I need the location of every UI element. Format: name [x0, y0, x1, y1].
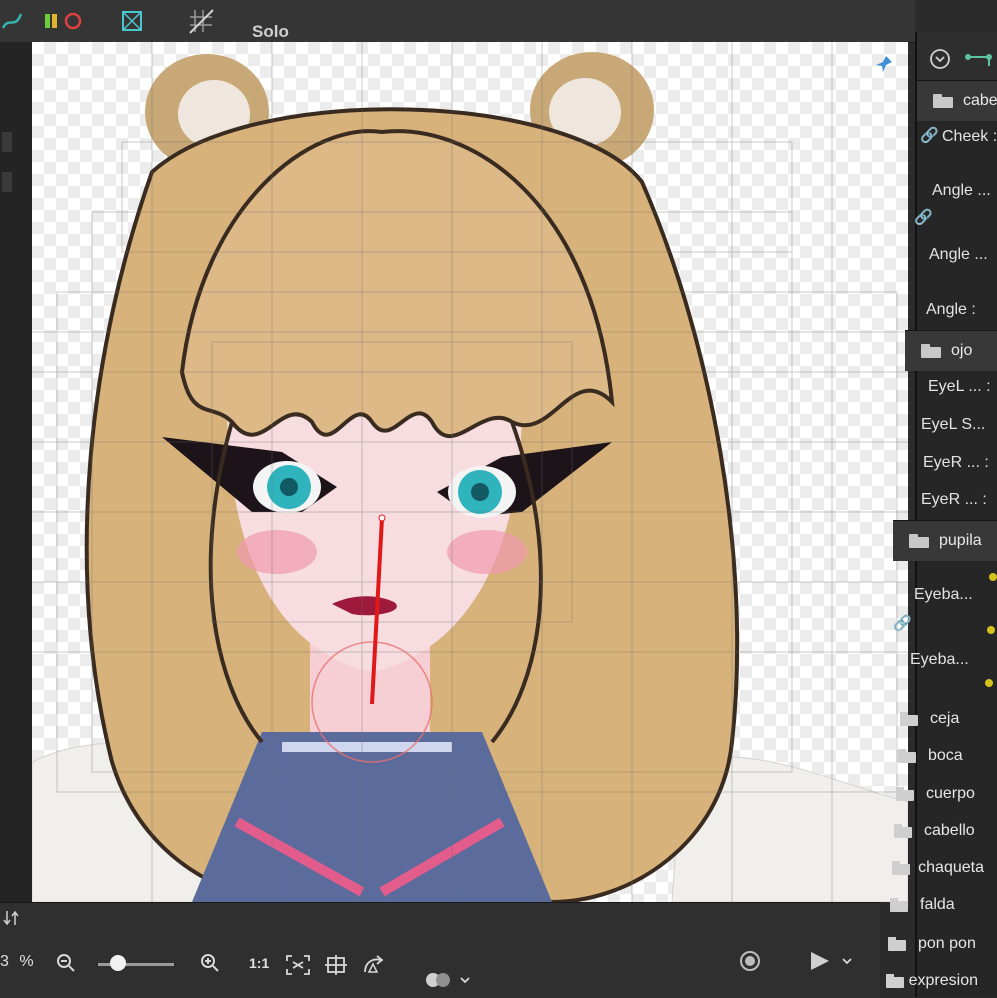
folder-label: pon pon [918, 935, 976, 952]
folder-chaqueta[interactable]: chaqueta [892, 853, 984, 883]
link-icon[interactable]: 🔗 [893, 614, 912, 632]
display-mode-icon[interactable] [424, 969, 472, 991]
keyform-dot[interactable] [985, 679, 993, 687]
keyform-dot[interactable] [989, 573, 997, 581]
grid-off-icon[interactable] [186, 8, 216, 34]
folder-label: cuerpo [926, 785, 975, 802]
parameter-item[interactable]: EyeR ... : [921, 491, 987, 509]
folder-icon [894, 824, 912, 838]
keyform-dot[interactable] [987, 626, 995, 634]
folder-icon [892, 861, 911, 875]
play-icon[interactable] [806, 949, 854, 973]
layer-order-icon[interactable] [0, 907, 22, 929]
physics-toggle-icon[interactable] [42, 8, 86, 34]
zoom-unit: % [19, 953, 34, 970]
folder-icon [909, 534, 929, 548]
parameter-group-ojo[interactable]: ojo [905, 330, 997, 371]
folder-icon [900, 712, 918, 726]
parameter-item[interactable]: Eyeba... [914, 586, 973, 604]
collapse-all-icon[interactable] [929, 48, 951, 75]
actual-size-button[interactable]: 1:1 [249, 955, 269, 971]
group-label: pupila [939, 532, 982, 549]
parameter-item[interactable]: EyeL ... : [928, 378, 991, 396]
folder-label: cabello [924, 822, 975, 839]
panel-header [917, 32, 997, 82]
zoom-number[interactable]: 3 [0, 953, 9, 970]
fit-view-icon[interactable] [284, 953, 312, 977]
folder-icon [886, 974, 904, 988]
solo-toggle[interactable]: Solo [252, 22, 289, 42]
folder-icon [933, 94, 953, 108]
tool-slot[interactable] [2, 132, 12, 152]
pin-icon[interactable] [874, 54, 894, 79]
folder-label: chaqueta [918, 859, 984, 876]
folder-boca[interactable]: boca [898, 741, 990, 771]
folder-expresion[interactable]: expresion [886, 966, 978, 996]
folder-icon [898, 749, 916, 763]
parameter-group-pupila[interactable]: pupila [893, 520, 997, 561]
folder-icon [888, 937, 906, 951]
zoom-in-icon[interactable] [198, 951, 222, 975]
tool-slot[interactable] [2, 172, 12, 192]
link-parameters-icon[interactable] [965, 52, 995, 73]
canvas-bottom-bar: 3 % 1:1 [0, 902, 880, 998]
link-icon[interactable]: 🔗 [914, 208, 933, 226]
deformer-icon[interactable] [0, 8, 24, 34]
record-icon[interactable] [738, 949, 762, 973]
center-view-icon[interactable] [322, 953, 350, 977]
parameter-item[interactable]: Angle : [926, 301, 976, 319]
zoom-out-icon[interactable] [54, 951, 78, 975]
parameter-item[interactable]: EyeR ... : [923, 454, 989, 472]
folder-cuerpo[interactable]: cuerpo [896, 779, 988, 809]
parameter-item[interactable]: Angle ... [932, 182, 991, 200]
group-label: ojo [951, 342, 973, 359]
link-icon[interactable]: 🔗 [920, 126, 939, 144]
folder-icon [896, 787, 914, 801]
parameter-group-cabe[interactable]: cabe [917, 80, 997, 121]
left-tool-strip [0, 42, 33, 902]
zoom-slider-handle[interactable] [110, 955, 126, 971]
group-label: cabe [963, 92, 997, 109]
folder-icon [890, 898, 908, 912]
folder-icon [921, 344, 941, 358]
folder-pon-pon[interactable]: pon pon [888, 929, 980, 959]
folder-label: expresion [908, 972, 978, 989]
model-illustration [32, 42, 908, 902]
parameter-item[interactable]: Angle ... [929, 246, 988, 264]
folder-falda[interactable]: falda [890, 890, 982, 920]
parameter-item[interactable]: Eyeba... [910, 651, 969, 669]
top-toolbar: Solo [0, 0, 915, 43]
model-canvas[interactable] [32, 42, 908, 902]
folder-cabello[interactable]: cabello [894, 816, 986, 846]
folder-label: ceja [930, 710, 960, 727]
folder-ceja[interactable]: ceja [900, 704, 992, 734]
parameter-item[interactable]: Cheek : [942, 128, 997, 146]
folder-label: boca [928, 747, 963, 764]
zoom-value[interactable]: 3 % [0, 953, 34, 971]
mesh-icon[interactable] [118, 8, 146, 34]
rotate-view-icon[interactable] [360, 953, 388, 977]
parameter-item[interactable]: EyeL S... [921, 416, 985, 434]
folder-label: falda [920, 896, 955, 913]
